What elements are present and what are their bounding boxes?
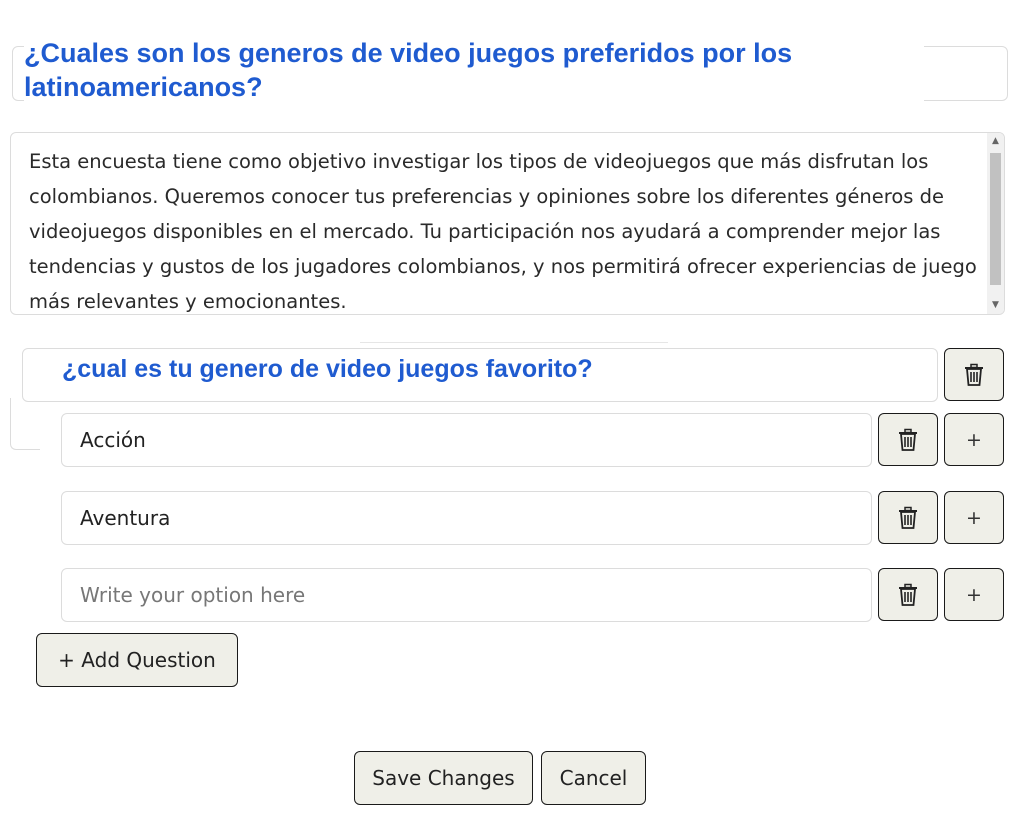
survey-description-field[interactable]: Esta encuesta tiene como objetivo invest… <box>10 132 1005 315</box>
trash-icon <box>899 583 917 606</box>
trash-icon <box>899 506 917 529</box>
delete-question-button[interactable] <box>944 348 1004 401</box>
trash-icon <box>965 363 983 386</box>
cancel-button[interactable]: Cancel <box>541 751 646 805</box>
option-input[interactable] <box>61 413 872 467</box>
scroll-down-arrow-icon[interactable]: ▼ <box>987 297 1004 314</box>
delete-option-button[interactable] <box>878 491 938 544</box>
description-scrollbar[interactable]: ▲ ▼ <box>987 133 1004 314</box>
add-option-button[interactable]: + <box>944 568 1004 621</box>
question-title[interactable]: ¿cual es tu genero de video juegos favor… <box>62 352 593 386</box>
question-card-edge <box>10 398 40 450</box>
plus-icon: + <box>966 428 982 451</box>
scroll-up-arrow-icon[interactable]: ▲ <box>987 133 1004 150</box>
option-input[interactable] <box>61 491 872 545</box>
save-changes-button[interactable]: Save Changes <box>354 751 533 805</box>
add-option-button[interactable]: + <box>944 413 1004 466</box>
add-question-button[interactable]: + Add Question <box>36 633 238 687</box>
add-option-button[interactable]: + <box>944 491 1004 544</box>
option-input[interactable] <box>61 568 872 622</box>
survey-title[interactable]: ¿Cuales son los generos de video juegos … <box>24 36 924 104</box>
delete-option-button[interactable] <box>878 568 938 621</box>
plus-icon: + <box>966 583 982 606</box>
divider <box>360 342 668 343</box>
trash-icon <box>899 428 917 451</box>
scroll-thumb[interactable] <box>990 153 1001 285</box>
plus-icon: + <box>966 506 982 529</box>
delete-option-button[interactable] <box>878 413 938 466</box>
survey-description-text: Esta encuesta tiene como objetivo invest… <box>29 150 977 313</box>
